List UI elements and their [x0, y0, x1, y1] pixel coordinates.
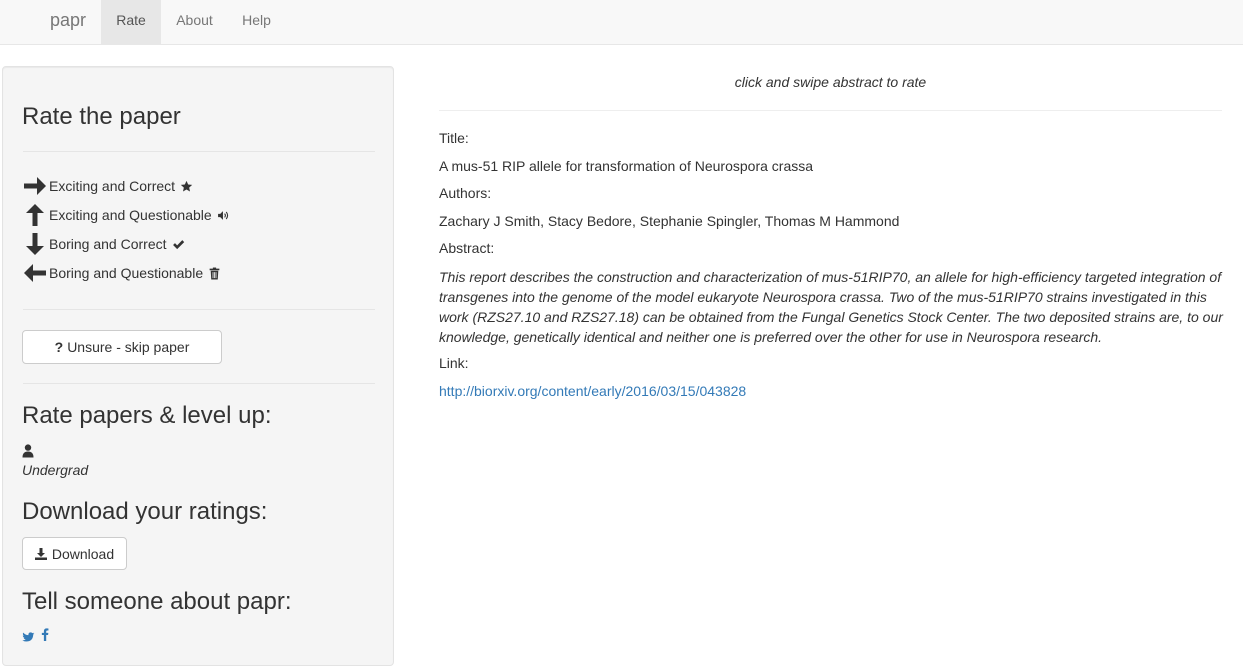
download-icon — [34, 547, 47, 560]
user-level: Undergrad — [22, 462, 89, 478]
title-label: Title: — [439, 130, 469, 146]
download-heading: Download your ratings: — [22, 498, 268, 525]
abstract-label: Abstract: — [439, 240, 495, 256]
rate-option-label: Exciting and Correct — [49, 178, 176, 194]
divider — [23, 151, 375, 152]
rate-heading: Rate the paper — [22, 103, 181, 130]
rate-option-boring-correct[interactable]: Boring and Correct — [22, 231, 185, 257]
level-heading: Rate papers & level up: — [22, 402, 272, 429]
link-label: Link: — [439, 355, 469, 371]
authors-label: Authors: — [439, 185, 492, 201]
nav-tab-help[interactable]: Help — [228, 0, 285, 44]
paper-abstract: This report describes the construction a… — [439, 269, 1223, 345]
divider — [23, 309, 375, 310]
paper-title: A mus-51 RIP allele for transformation o… — [439, 158, 814, 174]
nav-tab-rate[interactable]: Rate — [101, 0, 161, 44]
arrow-down-icon — [22, 231, 48, 257]
volume-icon — [217, 209, 230, 222]
share-heading: Tell someone about papr: — [22, 588, 292, 615]
skip-paper-label: Unsure - skip paper — [67, 339, 190, 355]
rate-option-exciting-correct[interactable]: Exciting and Correct — [22, 173, 193, 199]
arrow-right-icon — [22, 173, 48, 199]
download-button[interactable]: Download — [22, 537, 127, 570]
star-icon — [180, 180, 193, 193]
divider — [23, 383, 375, 384]
skip-paper-button[interactable]: ? Unsure - skip paper — [22, 330, 222, 364]
paper-authors: Zachary J Smith, Stacy Bedore, Stephanie… — [439, 213, 900, 229]
navbar: papr Rate About Help — [0, 0, 1243, 45]
divider — [439, 110, 1222, 111]
nav-tab-about[interactable]: About — [161, 0, 228, 44]
user-icon — [22, 444, 34, 458]
rate-option-label: Boring and Questionable — [49, 265, 204, 281]
brand-logo[interactable]: papr — [50, 0, 86, 44]
paper-link[interactable]: http://biorxiv.org/content/early/2016/03… — [439, 383, 746, 399]
rate-option-label: Exciting and Questionable — [49, 207, 212, 223]
arrow-up-icon — [22, 202, 48, 228]
facebook-icon[interactable] — [41, 628, 49, 641]
rate-option-exciting-questionable[interactable]: Exciting and Questionable — [22, 202, 230, 228]
check-icon — [172, 238, 185, 251]
swipe-instruction: click and swipe abstract to rate — [734, 74, 927, 90]
rate-option-label: Boring and Correct — [49, 236, 167, 252]
download-label: Download — [51, 545, 115, 562]
twitter-icon[interactable] — [22, 630, 35, 642]
rate-option-boring-questionable[interactable]: Boring and Questionable — [22, 260, 221, 286]
sidebar-panel: Rate the paper Exciting and Correct Exci… — [2, 66, 394, 666]
question-icon: ? — [54, 339, 64, 355]
trash-icon — [208, 267, 221, 280]
arrow-left-icon — [22, 260, 48, 286]
